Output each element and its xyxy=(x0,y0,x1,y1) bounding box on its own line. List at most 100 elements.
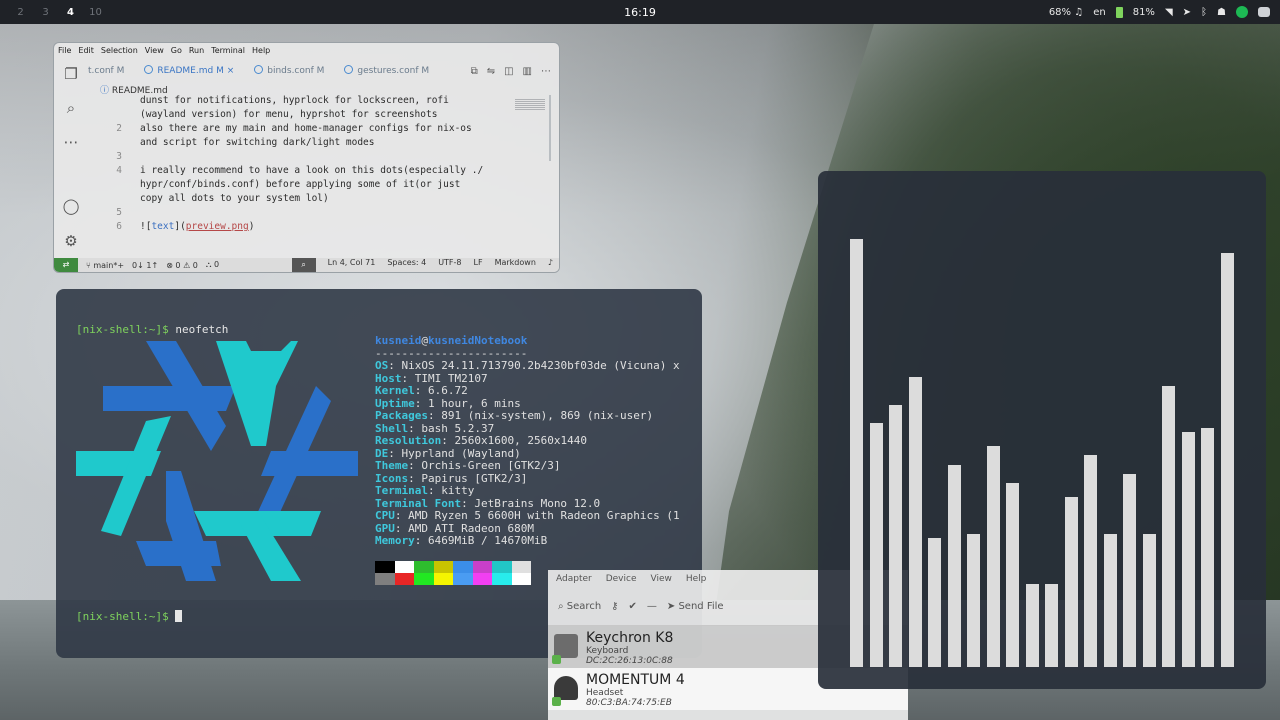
status-right: ⌕ Ln 4, Col 71 Spaces: 4 UTF-8 LF Markdo… xyxy=(291,258,553,272)
visualizer-bar xyxy=(1103,534,1117,667)
vscode-window: File Edit Selection View Go Run Terminal… xyxy=(53,42,560,273)
editor-scrollbar[interactable] xyxy=(549,95,551,161)
cursor-position[interactable]: Ln 4, Col 71 xyxy=(328,258,376,272)
tab-actions: ⧉ ⇋ ◫ ▥ ⋯ xyxy=(471,57,551,85)
device-type: Headset xyxy=(586,688,624,698)
notifications-bell-icon[interactable]: ♪ xyxy=(548,258,553,272)
menu-device[interactable]: Device xyxy=(606,574,637,584)
visualizer-bar xyxy=(1064,497,1078,667)
problems-status[interactable]: ⊗ 0 ⚠ 0 xyxy=(166,261,198,270)
nixos-logo xyxy=(76,341,358,581)
visualizer-bar xyxy=(1201,428,1214,667)
menu-view[interactable]: View xyxy=(145,46,164,55)
code-line: copy all dots to your system lol) xyxy=(140,193,329,204)
menu-view[interactable]: View xyxy=(651,574,672,584)
compare-icon[interactable]: ⇋ xyxy=(487,66,495,77)
trust-icon[interactable]: ✔ xyxy=(628,601,636,612)
pair-icon[interactable]: ⚷ xyxy=(611,601,618,612)
visualizer-bar xyxy=(908,377,922,667)
palette-swatch xyxy=(433,561,453,573)
visualizer-bar xyxy=(1084,455,1097,667)
palette-swatch xyxy=(472,561,492,573)
menu-file[interactable]: File xyxy=(58,46,71,55)
menu-selection[interactable]: Selection xyxy=(101,46,138,55)
code-line: dunst for notifications, hyprlock for lo… xyxy=(140,95,449,106)
palette-swatch xyxy=(394,561,414,573)
indentation[interactable]: Spaces: 4 xyxy=(387,258,426,272)
palette-swatch xyxy=(414,561,434,573)
minimap[interactable] xyxy=(515,99,545,111)
visualizer-bar xyxy=(967,534,980,667)
bluetooth-icon[interactable]: ᛒ xyxy=(1201,7,1207,18)
info-icon xyxy=(144,65,154,74)
gear-file-icon xyxy=(344,65,354,74)
encoding[interactable]: UTF-8 xyxy=(438,258,461,272)
workspace-button-active[interactable]: 4 xyxy=(58,7,83,18)
language-mode[interactable]: Markdown xyxy=(495,258,536,272)
search-icon[interactable]: ⌕ xyxy=(62,99,80,117)
menu-help[interactable]: Help xyxy=(686,574,707,584)
audio-visualizer-window xyxy=(818,171,1266,689)
account-icon[interactable]: ◯ xyxy=(62,197,80,215)
visualizer-bar xyxy=(1025,584,1039,667)
code-editor[interactable]: dunst for notifications, hyprlock for lo… xyxy=(88,95,558,255)
layout-icon[interactable]: ▥ xyxy=(523,66,532,77)
remote-icon[interactable]: ⇄ xyxy=(54,258,78,272)
palette-swatch xyxy=(375,561,395,573)
settings-gear-icon[interactable]: ⚙ xyxy=(62,232,80,250)
more-icon[interactable]: ⋯ xyxy=(62,133,80,151)
palette-swatch xyxy=(492,573,512,585)
volume-level[interactable]: 68% ♫ xyxy=(1049,7,1083,18)
visualizer-bar xyxy=(1006,483,1019,667)
top-bar: 2 3 4 10 16:19 68% ♫ en 81% ◥ ➤ ᛒ ☗ xyxy=(0,0,1280,24)
menu-terminal[interactable]: Terminal xyxy=(211,46,245,55)
terminal-prompt-line: [nix-shell:~]$ xyxy=(76,610,183,623)
branch-status[interactable]: ⑂ main*+ xyxy=(86,261,124,270)
explorer-icon[interactable]: ❐ xyxy=(62,65,80,83)
search-icon: ⌕ xyxy=(558,601,564,612)
workspace-button[interactable]: 10 xyxy=(83,7,108,18)
workspace-button[interactable]: 2 xyxy=(8,7,33,18)
color-palette xyxy=(375,561,531,585)
close-icon[interactable]: × xyxy=(227,66,235,76)
wifi-icon[interactable]: ◥ xyxy=(1165,7,1173,18)
zoom-icon[interactable]: ⌕ xyxy=(291,258,316,272)
remove-icon[interactable]: — xyxy=(647,601,657,612)
tab-hyprland-conf[interactable]: t.conf M xyxy=(88,57,134,85)
search-button[interactable]: ⌕ Search xyxy=(558,601,601,612)
tab-binds-conf[interactable]: binds.conf M xyxy=(244,57,334,85)
palette-swatch xyxy=(394,573,414,585)
code-line: (wayland version) for menu, hyprshot for… xyxy=(140,109,438,120)
visualizer-bar xyxy=(889,405,902,667)
user-icon[interactable]: ☗ xyxy=(1217,7,1226,18)
code-line: also there are my main and home-manager … xyxy=(140,123,472,134)
activity-bar: ❐ ⌕ ⋯ ◯ ⚙ xyxy=(54,57,88,260)
trusted-check-icon xyxy=(552,655,561,664)
split-editor-icon[interactable]: ◫ xyxy=(504,66,513,77)
preview-icon[interactable]: ⧉ xyxy=(471,66,478,77)
spotify-icon[interactable] xyxy=(1236,6,1248,18)
menu-adapter[interactable]: Adapter xyxy=(556,574,592,584)
palette-swatch xyxy=(511,573,531,585)
terminal-cursor xyxy=(175,610,183,622)
more-actions-icon[interactable]: ⋯ xyxy=(541,66,551,77)
palette-swatch xyxy=(453,561,473,573)
workspace-button[interactable]: 3 xyxy=(33,7,58,18)
telegram-icon[interactable]: ➤ xyxy=(1183,7,1191,18)
sync-status[interactable]: 0↓ 1↑ xyxy=(132,261,158,270)
tab-readme[interactable]: README.md M × xyxy=(134,57,244,85)
keyboard-layout[interactable]: en xyxy=(1093,7,1106,18)
end-of-line[interactable]: LF xyxy=(474,258,483,272)
editor-tabs: t.conf M README.md M × binds.conf M gest… xyxy=(88,57,559,85)
discord-icon[interactable] xyxy=(1258,7,1270,17)
menu-help[interactable]: Help xyxy=(252,46,270,55)
menu-run[interactable]: Run xyxy=(189,46,204,55)
ports-status[interactable]: ⛬ 0 xyxy=(206,260,219,270)
menu-edit[interactable]: Edit xyxy=(78,46,94,55)
palette-swatch xyxy=(453,573,473,585)
nixos-logo-arm xyxy=(261,451,358,476)
send-file-button[interactable]: ➤ Send File xyxy=(667,601,724,612)
tab-gestures-conf[interactable]: gestures.conf M xyxy=(334,57,439,85)
visualizer-bar xyxy=(869,423,883,667)
menu-go[interactable]: Go xyxy=(171,46,182,55)
